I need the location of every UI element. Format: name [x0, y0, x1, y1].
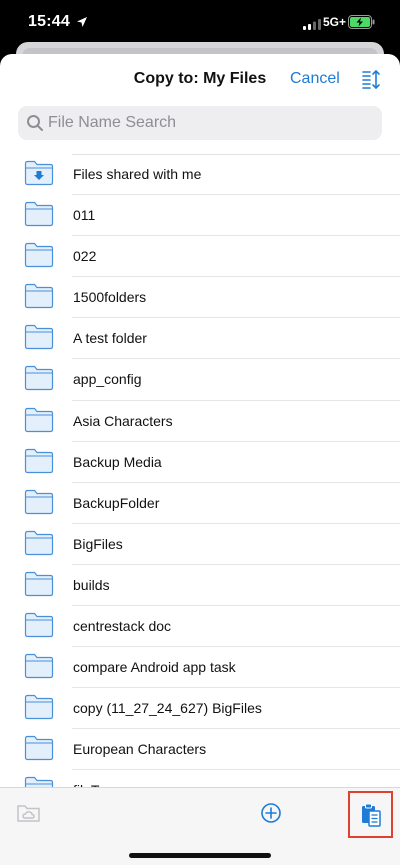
- folder-icon: [24, 201, 54, 232]
- file-list[interactable]: Files shared with me 011 022 1500folders A t…: [0, 154, 400, 794]
- search-bar[interactable]: [18, 106, 382, 140]
- paste-button[interactable]: [348, 791, 393, 838]
- location-arrow-icon: [76, 15, 88, 33]
- file-row[interactable]: Asia Characters: [0, 401, 400, 442]
- cancel-button[interactable]: Cancel: [290, 70, 340, 88]
- search-input[interactable]: [48, 106, 368, 140]
- file-row[interactable]: copy (11_27_24_627) BigFiles: [0, 688, 400, 730]
- folder-icon: [24, 653, 54, 684]
- file-row[interactable]: European Characters: [0, 729, 400, 771]
- file-row[interactable]: builds: [0, 565, 400, 607]
- network-type: 5G+: [323, 15, 347, 29]
- file-name: copy (11_27_24_627) BigFiles: [73, 700, 262, 717]
- file-name: 011: [73, 207, 96, 224]
- file-row[interactable]: centrestack doc: [0, 606, 400, 648]
- folder-icon: [24, 735, 54, 766]
- file-row[interactable]: app_config: [0, 359, 400, 401]
- folder-icon: [24, 612, 54, 643]
- file-row[interactable]: compare Android app task: [0, 647, 400, 689]
- file-name: app_config: [73, 371, 142, 388]
- signal-bars-icon: [303, 17, 321, 35]
- file-name: Asia Characters: [73, 412, 173, 429]
- folder-icon: [24, 407, 54, 438]
- add-circle-icon[interactable]: [260, 802, 282, 829]
- home-indicator: [129, 853, 271, 858]
- file-row[interactable]: BackupFolder: [0, 483, 400, 524]
- folder-icon: [24, 448, 54, 479]
- file-row[interactable]: Files shared with me: [0, 154, 400, 196]
- battery-charging-icon: [348, 15, 376, 34]
- file-row[interactable]: 022: [0, 236, 400, 278]
- folder-icon: [24, 571, 54, 602]
- new-cloud-folder-icon[interactable]: [16, 802, 42, 829]
- file-name: A test folder: [73, 330, 147, 347]
- file-name: Files shared with me: [73, 166, 202, 182]
- file-name: centrestack doc: [73, 618, 172, 635]
- file-name: builds: [73, 576, 110, 593]
- page-title-text: Copy to: My Files: [133, 70, 267, 87]
- file-name: 022: [73, 248, 97, 265]
- folder-icon: [24, 283, 54, 314]
- status-bar: 15:44 5G+: [0, 0, 400, 44]
- file-row[interactable]: BigFiles: [0, 524, 400, 565]
- folder-icon: [24, 694, 54, 725]
- file-name: 1500folders: [73, 289, 147, 306]
- file-name: compare Android app task: [73, 659, 236, 676]
- folder-icon: [24, 489, 54, 520]
- file-row[interactable]: Backup Media: [0, 442, 400, 483]
- file-name: Backup Media: [73, 453, 162, 470]
- copy-to-sheet: Copy to: My Files Cancel Files shared wi…: [0, 54, 400, 865]
- file-row[interactable]: A test folder: [0, 318, 400, 360]
- paste-clipboard-icon: [362, 803, 381, 827]
- file-row[interactable]: 1500folders: [0, 277, 400, 319]
- file-row[interactable]: 011: [0, 195, 400, 237]
- folder-icon: [24, 324, 54, 355]
- sort-icon[interactable]: [360, 68, 382, 95]
- status-time: 15:44: [28, 13, 70, 30]
- shared-folder-icon: [24, 160, 54, 191]
- page-title: Copy to: My Files: [0, 70, 400, 88]
- folder-icon: [24, 365, 54, 396]
- file-name: European Characters: [73, 741, 207, 758]
- search-icon: [26, 114, 44, 137]
- folder-icon: [24, 242, 54, 273]
- file-name: BigFiles: [73, 535, 123, 552]
- bottom-toolbar: [0, 787, 400, 865]
- file-name: BackupFolder: [73, 494, 160, 511]
- folder-icon: [24, 530, 54, 561]
